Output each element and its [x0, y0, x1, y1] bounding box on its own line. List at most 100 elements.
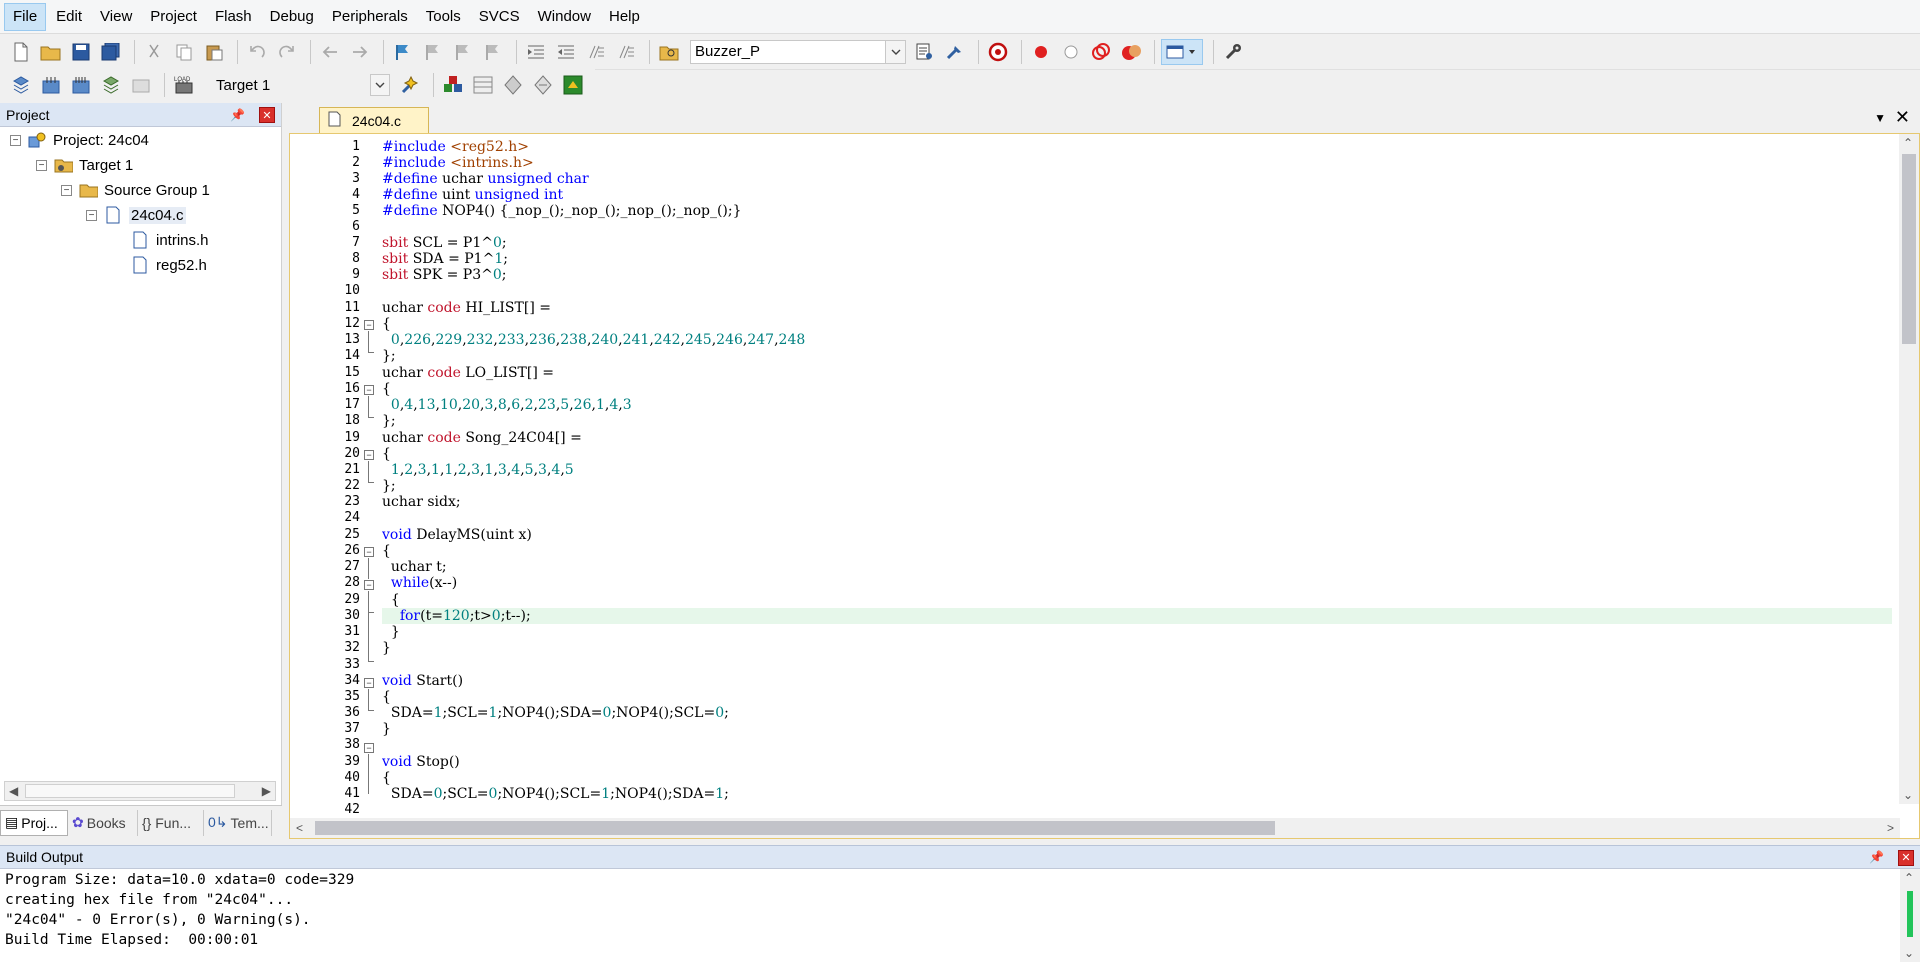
scroll-up-icon[interactable]: ⌃: [1904, 871, 1914, 885]
tree-include-intrins[interactable]: intrins.h: [130, 229, 209, 251]
manage-project-items-icon[interactable]: [440, 72, 466, 98]
bookmark-clear-icon[interactable]: [480, 39, 506, 65]
build-icon[interactable]: [38, 72, 64, 98]
scroll-right-icon[interactable]: ▶: [262, 784, 271, 798]
comment-icon[interactable]: [583, 39, 609, 65]
collapse-icon[interactable]: −: [86, 209, 97, 221]
undo-icon[interactable]: [244, 39, 270, 65]
menu-debug[interactable]: Debug: [262, 3, 322, 31]
fold-toggle-icon[interactable]: −: [364, 385, 374, 395]
cut-icon[interactable]: [141, 39, 167, 65]
menu-project[interactable]: Project: [142, 3, 205, 31]
download-load-icon[interactable]: LOAD: [171, 72, 197, 98]
editor-horizontal-scrollbar[interactable]: < >: [290, 818, 1900, 838]
stop-build-icon[interactable]: [128, 72, 154, 98]
fold-toggle-icon[interactable]: −: [364, 320, 374, 330]
menu-view[interactable]: View: [92, 3, 140, 31]
target-combo[interactable]: Target 1: [211, 73, 391, 97]
uncomment-icon[interactable]: [613, 39, 639, 65]
open-file-icon[interactable]: [38, 39, 64, 65]
scroll-thumb[interactable]: [1902, 154, 1916, 344]
build-output-pane[interactable]: Program Size: data=10.0 xdata=0 code=329…: [0, 869, 1920, 962]
select-packs-icon[interactable]: [470, 72, 496, 98]
incremental-find-icon[interactable]: [912, 39, 938, 65]
menu-file[interactable]: File: [4, 2, 47, 31]
tab-books[interactable]: ✿ Books: [68, 809, 138, 836]
pin-icon[interactable]: 📌: [230, 108, 245, 122]
configure-icon[interactable]: [1220, 39, 1246, 65]
scroll-right-icon[interactable]: >: [1887, 821, 1894, 835]
bookmark-prev-icon[interactable]: [420, 39, 446, 65]
tree-project-root[interactable]: − Project: 24c04: [10, 129, 149, 151]
scroll-left-icon[interactable]: <: [296, 821, 303, 835]
tab-project[interactable]: ▤ Proj...: [0, 809, 68, 836]
bookmark-toggle-icon[interactable]: [390, 39, 416, 65]
target-options-icon[interactable]: [397, 72, 423, 98]
save-icon[interactable]: [68, 39, 94, 65]
project-horizontal-scrollbar[interactable]: ◀ ▶: [4, 781, 276, 801]
scroll-left-icon[interactable]: ◀: [9, 784, 18, 798]
build-vertical-scrollbar[interactable]: ⌃ ⌄: [1900, 869, 1920, 962]
fold-toggle-icon[interactable]: −: [364, 580, 374, 590]
fold-toggle-icon[interactable]: −: [364, 450, 374, 460]
fold-toggle-icon[interactable]: −: [364, 743, 374, 753]
close-icon[interactable]: ✕: [1898, 849, 1914, 866]
chevron-down-icon[interactable]: [370, 74, 390, 96]
indent-icon[interactable]: [523, 39, 549, 65]
rebuild-icon[interactable]: [68, 72, 94, 98]
tree-file-24c04[interactable]: − 24c04.c: [86, 204, 186, 226]
breakpoint-insert-icon[interactable]: [1028, 39, 1054, 65]
tab-list-dropdown-icon[interactable]: ▼: [1874, 111, 1886, 125]
scroll-up-icon[interactable]: ⌃: [1903, 136, 1913, 150]
collapse-icon[interactable]: −: [10, 134, 21, 146]
browse-symbols-icon[interactable]: [942, 39, 968, 65]
code-editor[interactable]: 1 2 3 4 5 6 7 8 9 10 11 12 13 14 15 16 17 18 19 20 21 22 23 24 2…: [289, 133, 1920, 839]
scroll-thumb[interactable]: [315, 821, 1275, 835]
tree-target[interactable]: − Target 1: [36, 154, 133, 176]
nav-back-icon[interactable]: [317, 39, 343, 65]
breakpoint-kill-all-icon[interactable]: [1118, 39, 1144, 65]
scroll-thumb[interactable]: [25, 784, 235, 798]
tab-templates[interactable]: 0↳ Tem...: [204, 809, 272, 836]
pack-installer-icon[interactable]: [500, 72, 526, 98]
save-all-icon[interactable]: [98, 39, 124, 65]
tree-include-reg52[interactable]: reg52.h: [130, 254, 207, 276]
redo-icon[interactable]: [274, 39, 300, 65]
event-recorder-icon[interactable]: [560, 72, 586, 98]
tab-functions[interactable]: {} Fun...: [138, 809, 204, 836]
editor-vertical-scrollbar[interactable]: ⌃ ⌄: [1899, 134, 1919, 804]
menu-tools[interactable]: Tools: [418, 3, 469, 31]
menu-flash[interactable]: Flash: [207, 3, 260, 31]
menu-svcs[interactable]: SVCS: [471, 3, 528, 31]
new-file-icon[interactable]: [8, 39, 34, 65]
menu-window[interactable]: Window: [530, 3, 599, 31]
find-combo[interactable]: Buzzer_P: [690, 39, 906, 64]
nav-forward-icon[interactable]: [347, 39, 373, 65]
bookmark-next-icon[interactable]: [450, 39, 476, 65]
chevron-down-icon[interactable]: [885, 40, 905, 63]
code-area[interactable]: #include <reg52.h> #include <intrins.h> …: [382, 134, 1892, 804]
menu-help[interactable]: Help: [601, 3, 648, 31]
copy-icon[interactable]: [171, 39, 197, 65]
paste-icon[interactable]: [201, 39, 227, 65]
pin-icon[interactable]: 📌: [1869, 850, 1884, 864]
tab-24c04-c[interactable]: 24c04.c: [319, 107, 429, 133]
translate-icon[interactable]: [8, 72, 34, 98]
tree-source-group[interactable]: − Source Group 1: [61, 179, 210, 201]
menu-peripherals[interactable]: Peripherals: [324, 3, 416, 31]
fold-toggle-icon[interactable]: −: [364, 678, 374, 688]
scroll-down-icon[interactable]: ⌄: [1903, 788, 1913, 802]
scroll-thumb[interactable]: [1907, 891, 1913, 937]
find-in-files-icon[interactable]: [656, 39, 682, 65]
window-layout-icon[interactable]: [1161, 38, 1203, 65]
manage-run-time-icon[interactable]: [530, 72, 556, 98]
collapse-icon[interactable]: −: [36, 159, 47, 171]
scroll-down-icon[interactable]: ⌄: [1904, 946, 1914, 960]
collapse-icon[interactable]: −: [61, 184, 72, 196]
close-editor-icon[interactable]: ✕: [1895, 107, 1910, 128]
close-icon[interactable]: ✕: [259, 107, 275, 124]
fold-toggle-icon[interactable]: −: [364, 547, 374, 557]
batch-build-icon[interactable]: [98, 72, 124, 98]
menu-edit[interactable]: Edit: [48, 3, 90, 31]
debug-session-icon[interactable]: [985, 39, 1011, 65]
